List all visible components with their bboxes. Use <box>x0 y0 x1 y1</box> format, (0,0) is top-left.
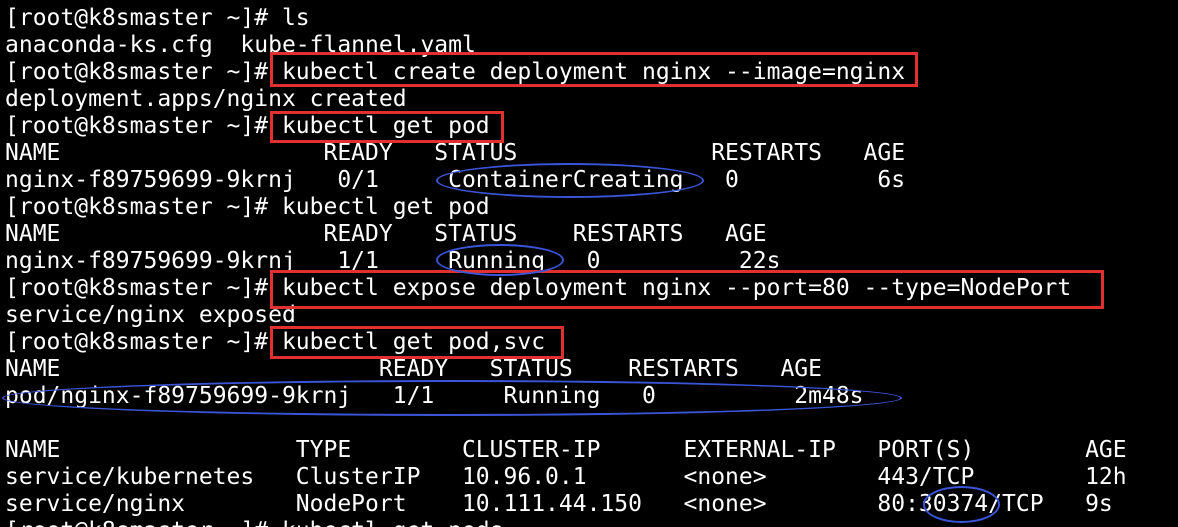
highlight-box-create-deployment <box>270 52 918 87</box>
terminal-line-4: deployment.apps/nginx created <box>5 86 407 112</box>
highlight-box-get-pod-svc <box>270 326 564 359</box>
terminal-line-14: NAME READY STATUS RESTARTS AGE <box>5 356 822 382</box>
terminal-line-20: [root@k8smaster ~]# kubectl get pods <box>5 518 504 527</box>
terminal-line-12: service/nginx exposed <box>5 302 296 328</box>
highlight-ellipse-pod-row <box>2 380 902 416</box>
terminal-line-17: NAME TYPE CLUSTER-IP EXTERNAL-IP PORT(S)… <box>5 437 1127 463</box>
highlight-box-expose-deployment <box>270 270 1104 309</box>
highlight-ellipse-containercreating <box>436 163 704 198</box>
terminal-window[interactable]: [root@k8smaster ~]# ls anaconda-ks.cfg k… <box>0 0 1178 527</box>
terminal-line-1: [root@k8smaster ~]# ls <box>5 5 310 31</box>
highlight-ellipse-running <box>436 244 564 276</box>
highlight-box-get-pod <box>270 111 504 143</box>
highlight-ellipse-nodeport <box>923 486 1000 523</box>
terminal-line-8: [root@k8smaster ~]# kubectl get pod <box>5 194 490 220</box>
terminal-line-9: NAME READY STATUS RESTARTS AGE <box>5 221 767 247</box>
terminal-line-6: NAME READY STATUS RESTARTS AGE <box>5 140 906 166</box>
